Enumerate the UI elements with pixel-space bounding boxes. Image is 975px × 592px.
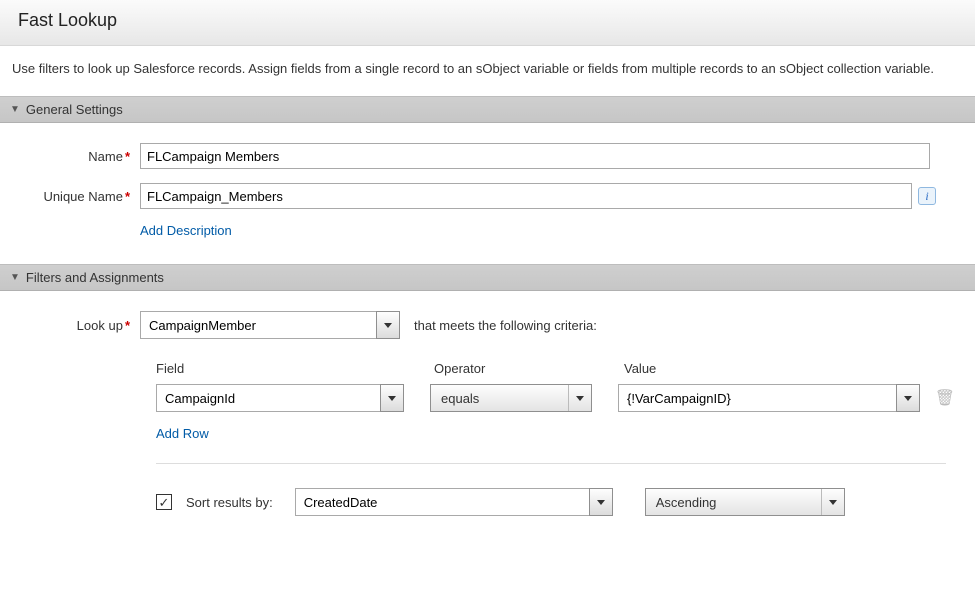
collapse-icon: ▼: [10, 272, 20, 283]
name-label-text: Name: [88, 149, 123, 164]
chevron-down-icon: [384, 323, 392, 328]
add-row-link[interactable]: Add Row: [156, 426, 209, 441]
separator: [156, 463, 946, 464]
required-marker: *: [125, 318, 130, 333]
chevron-down-icon: [597, 500, 605, 505]
general-section-body: Name* Unique Name* i Add Description: [0, 123, 975, 264]
chevron-down-icon: [829, 500, 837, 505]
chevron-down-icon: [904, 396, 912, 401]
lookup-label-text: Look up: [77, 318, 123, 333]
required-marker: *: [125, 149, 130, 164]
filter-value-dropdown-button[interactable]: [896, 384, 920, 412]
filter-headers: Field Operator Value: [156, 361, 961, 376]
sort-direction-value: Ascending: [646, 489, 822, 515]
section-header-general[interactable]: ▼ General Settings: [0, 96, 975, 123]
sort-checkbox[interactable]: ✓: [156, 494, 172, 510]
sort-field-input[interactable]: [295, 488, 589, 516]
filter-row: equals 🗑: [156, 384, 961, 412]
header-field: Field: [156, 361, 434, 376]
name-row: Name*: [14, 143, 961, 169]
required-marker: *: [125, 189, 130, 204]
lookup-combo[interactable]: [140, 311, 400, 339]
header-operator: Operator: [434, 361, 624, 376]
sort-direction-select[interactable]: Ascending: [645, 488, 845, 516]
title-bar: Fast Lookup: [0, 0, 975, 46]
filter-value-input[interactable]: [618, 384, 896, 412]
chevron-down-icon: [388, 396, 396, 401]
unique-name-row: Unique Name* i: [14, 183, 961, 209]
filter-field-dropdown-button[interactable]: [380, 384, 404, 412]
section-header-filters[interactable]: ▼ Filters and Assignments: [0, 264, 975, 291]
add-description-link[interactable]: Add Description: [140, 223, 232, 238]
name-input[interactable]: [140, 143, 930, 169]
filter-operator-select[interactable]: equals: [430, 384, 592, 412]
unique-name-label: Unique Name*: [14, 189, 140, 204]
sort-field-combo[interactable]: [295, 488, 613, 516]
filter-field-input[interactable]: [156, 384, 380, 412]
criteria-text: that meets the following criteria:: [414, 318, 597, 333]
sort-field-dropdown-button[interactable]: [589, 488, 613, 516]
collapse-icon: ▼: [10, 104, 20, 115]
lookup-input[interactable]: [140, 311, 376, 339]
lookup-label: Look up*: [14, 318, 140, 333]
filter-operator-dropdown-button[interactable]: [569, 385, 591, 411]
filter-value-combo[interactable]: [618, 384, 920, 412]
name-label: Name*: [14, 149, 140, 164]
intro-text: Use filters to look up Salesforce record…: [0, 46, 975, 96]
filter-operator-value: equals: [431, 385, 569, 411]
add-description-row: Add Description: [14, 223, 961, 238]
lookup-dropdown-button[interactable]: [376, 311, 400, 339]
filters-section-body: Look up* that meets the following criter…: [0, 291, 975, 528]
unique-name-label-text: Unique Name: [43, 189, 123, 204]
add-row-container: Add Row: [156, 426, 961, 441]
sort-row: ✓ Sort results by: Ascending: [156, 488, 961, 516]
section-title-filters: Filters and Assignments: [26, 270, 164, 285]
info-icon[interactable]: i: [918, 187, 936, 205]
header-value: Value: [624, 361, 884, 376]
sort-direction-dropdown-button[interactable]: [822, 489, 844, 515]
section-title-general: General Settings: [26, 102, 123, 117]
delete-row-icon[interactable]: 🗑: [935, 388, 955, 408]
sort-label: Sort results by:: [186, 495, 273, 510]
page-title: Fast Lookup: [18, 10, 957, 31]
unique-name-input[interactable]: [140, 183, 912, 209]
chevron-down-icon: [576, 396, 584, 401]
filter-field-combo[interactable]: [156, 384, 404, 412]
lookup-row: Look up* that meets the following criter…: [14, 311, 961, 339]
